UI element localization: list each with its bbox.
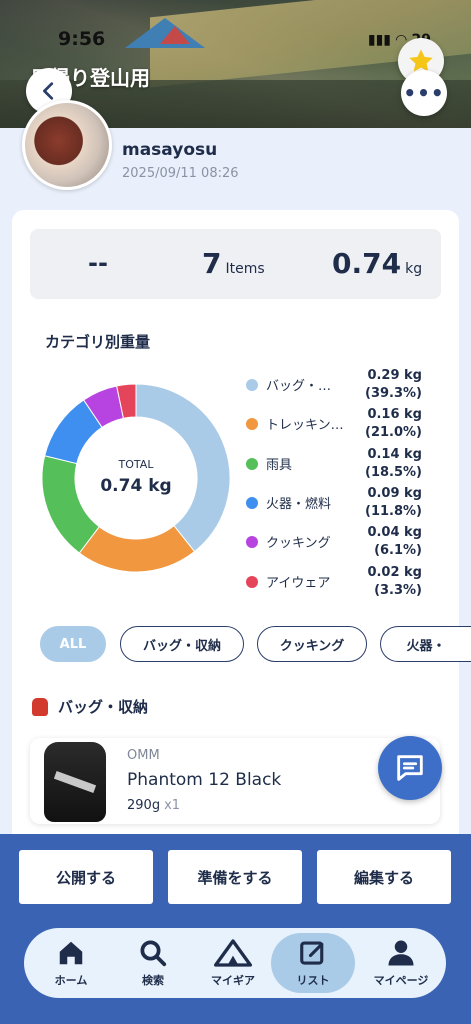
legend-dot — [246, 496, 258, 509]
backpack-icon — [32, 697, 48, 716]
item-brand: OMM — [127, 748, 160, 763]
legend-item: 雨具 0.14 kg (18.5%) — [246, 447, 426, 487]
tab-mygear[interactable]: マイギア — [194, 928, 272, 998]
legend-weight: 0.02 kg — [367, 564, 422, 580]
items-count: 7 — [202, 247, 222, 280]
weight-value: 0.74 — [332, 247, 402, 280]
more-button[interactable]: ••• — [401, 70, 447, 116]
legend-percent: (6.1%) — [374, 543, 422, 559]
legend-item: トレッキン… 0.16 kg (21.0%) — [246, 407, 426, 447]
legend-label: バッグ・… — [266, 379, 332, 394]
avatar[interactable] — [22, 100, 112, 190]
tab-home[interactable]: ホーム — [32, 928, 110, 998]
stats-box: -- 7 Items 0.74 kg — [30, 229, 441, 299]
legend-percent: (11.8%) — [365, 503, 422, 519]
legend-weight: 0.14 kg — [367, 446, 422, 462]
item-weight: 290g — [127, 798, 161, 813]
more-icon: ••• — [403, 81, 445, 105]
legend-percent: (18.5%) — [365, 464, 422, 480]
tab-search[interactable]: 検索 — [114, 928, 192, 998]
edit-button[interactable]: 編集する — [317, 850, 451, 904]
legend-item: クッキング 0.04 kg (6.1%) — [246, 525, 426, 565]
person-icon — [388, 940, 414, 966]
donut-slice-1 — [78, 525, 196, 573]
legend-dot — [246, 575, 258, 588]
chart-title: カテゴリ別重量 — [45, 333, 151, 351]
legend-dot — [246, 379, 258, 391]
legend-weight: 0.29 kg — [367, 368, 422, 383]
legend-weight: 0.16 kg — [367, 407, 422, 423]
item-name: Phantom 12 Black — [127, 770, 282, 790]
tab-mypage-label: マイページ — [373, 974, 429, 987]
legend-label: クッキング — [266, 536, 331, 552]
legend-dot — [246, 457, 258, 470]
legend-item: バッグ・… 0.29 kg (39.3%) — [246, 368, 426, 408]
chat-button[interactable] — [378, 736, 442, 800]
donut-total-value: 0.74 kg — [100, 476, 172, 496]
user-name[interactable]: masayosu — [122, 140, 217, 160]
filter-cooking[interactable]: クッキング — [257, 626, 367, 662]
legend-weight: 0.09 kg — [367, 485, 422, 501]
gear-item[interactable]: OMM Phantom 12 Black 290g x1 — [30, 738, 440, 824]
legend-percent: (21.0%) — [365, 425, 422, 441]
donut-total-label: TOTAL — [118, 458, 154, 471]
legend-percent: (3.3%) — [374, 582, 422, 598]
edit-icon — [300, 941, 324, 965]
legend-item: アイウェア 0.02 kg (3.3%) — [246, 565, 426, 605]
tab-bar: ホーム 検索 マイギア リスト マイページ — [24, 928, 446, 998]
publish-button[interactable]: 公開する — [19, 850, 153, 904]
legend-dot — [246, 536, 258, 549]
legend-label: トレッキン… — [266, 418, 344, 434]
legend-percent: (39.3%) — [365, 386, 422, 401]
legend-weight: 0.04 kg — [367, 525, 422, 541]
category-header: バッグ・収納 — [32, 696, 148, 717]
home-icon — [59, 941, 83, 965]
legend-label: 雨具 — [266, 457, 293, 473]
tab-mypage[interactable]: マイページ — [358, 928, 444, 998]
category-title: バッグ・収納 — [58, 698, 149, 716]
weight-unit: kg — [405, 261, 423, 277]
tab-list[interactable]: リスト — [269, 928, 357, 998]
chat-icon — [397, 755, 423, 781]
item-image — [44, 742, 106, 822]
legend-label: アイウェア — [266, 575, 331, 591]
legend-label: 火器・燃料 — [266, 496, 332, 512]
filter-bag[interactable]: バッグ・収納 — [120, 626, 244, 662]
legend-dot — [246, 418, 258, 431]
tab-search-label: 検索 — [142, 974, 164, 987]
item-qty: x1 — [164, 798, 181, 813]
status-time: 9:56 — [58, 28, 106, 50]
prepare-button[interactable]: 準備をする — [168, 850, 302, 904]
tab-home-label: ホーム — [54, 974, 88, 987]
stat-dash: -- — [88, 249, 108, 277]
search-icon — [140, 940, 167, 967]
tab-list-label: リスト — [296, 974, 330, 987]
filter-fire[interactable]: 火器・ — [380, 626, 471, 662]
user-date: 2025/09/11 08:26 — [122, 166, 239, 181]
tent-icon — [214, 939, 252, 967]
tab-mygear-label: マイギア — [211, 974, 255, 987]
stat-items: 7 Items — [202, 247, 265, 280]
legend-item: 火器・燃料 0.09 kg (11.8%) — [246, 486, 426, 526]
stat-weight: 0.74 kg — [332, 247, 422, 280]
item-meta: 290g x1 — [127, 798, 180, 813]
filter-all[interactable]: ALL — [40, 626, 106, 662]
items-unit: Items — [225, 261, 265, 277]
chevron-left-icon — [43, 82, 54, 100]
